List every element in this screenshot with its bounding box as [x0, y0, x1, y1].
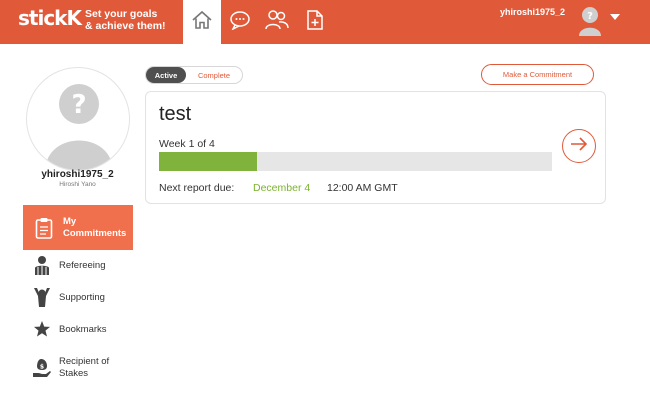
sidebar-item-my-commitments[interactable]: My Commitments	[23, 205, 133, 250]
svg-text:$: $	[40, 364, 44, 371]
people-icon	[265, 9, 289, 36]
logo[interactable]: stickK	[18, 6, 82, 30]
open-commitment-button[interactable]	[562, 129, 596, 163]
messages-tab[interactable]	[228, 10, 252, 34]
home-icon	[191, 10, 213, 35]
community-tab[interactable]	[265, 9, 289, 36]
next-report-label: Next report due:	[159, 182, 235, 194]
make-commitment-button[interactable]: Make a Commitment	[481, 64, 594, 85]
next-report-date: December 4	[253, 182, 311, 194]
sidebar-item-recipient-of-stakes[interactable]: $ Recipient of Stakes	[23, 354, 133, 382]
account-dropdown-chevron-icon[interactable]	[610, 14, 620, 20]
header-avatar[interactable]: ?	[578, 6, 602, 36]
week-progress-text: Week 1 of 4	[159, 138, 215, 150]
svg-text:?: ?	[71, 90, 86, 120]
tagline-line-1: Set your goals	[85, 8, 158, 20]
sidebar-item-label: Recipient of Stakes	[59, 356, 110, 379]
profile-username[interactable]: yhiroshi1975_2	[0, 169, 155, 180]
filter-active-button[interactable]: Active	[146, 67, 186, 83]
progress-bar-fill	[159, 152, 258, 171]
star-icon	[31, 318, 53, 340]
next-report-time: 12:00 AM GMT	[327, 182, 398, 194]
create-commitment-tab[interactable]	[303, 9, 327, 36]
progress-bar	[159, 152, 552, 171]
tagline: Set your goals & achieve them!	[85, 8, 166, 32]
sidebar-item-bookmarks[interactable]: Bookmarks	[23, 318, 133, 340]
arrow-right-icon	[570, 136, 588, 157]
commitment-card[interactable]: test Week 1 of 4 Next report due: Decemb…	[145, 91, 606, 204]
top-navigation-bar: stickK Set your goals & achieve them! yh…	[0, 0, 650, 44]
sidebar-item-refereeing[interactable]: Refereeing	[23, 254, 133, 276]
profile-full-name: Hiroshi Yano	[59, 181, 96, 188]
clipboard-icon	[31, 217, 57, 239]
filter-complete-button[interactable]: Complete	[186, 67, 242, 83]
sidebar-item-supporting[interactable]: Supporting	[23, 286, 133, 308]
profile-avatar[interactable]: ?	[26, 67, 130, 171]
header-username[interactable]: yhiroshi1975_2	[500, 7, 565, 17]
sidebar-item-label: My Commitments	[63, 215, 127, 239]
cheering-person-icon	[31, 286, 53, 308]
sidebar-item-label: Supporting	[59, 291, 105, 303]
status-filter-toggle: Active Complete	[145, 66, 243, 84]
sidebar-item-label: Refereeing	[59, 259, 106, 271]
sidebar-item-label: Bookmarks	[59, 323, 107, 335]
document-add-icon	[305, 9, 325, 36]
tagline-line-2: & achieve them!	[85, 20, 166, 32]
referee-icon	[31, 254, 53, 276]
money-hand-icon: $	[31, 357, 53, 379]
chat-bubble-icon	[229, 10, 251, 35]
home-tab[interactable]	[183, 0, 221, 44]
commitment-title[interactable]: test	[159, 103, 191, 126]
svg-text:?: ?	[587, 11, 593, 22]
